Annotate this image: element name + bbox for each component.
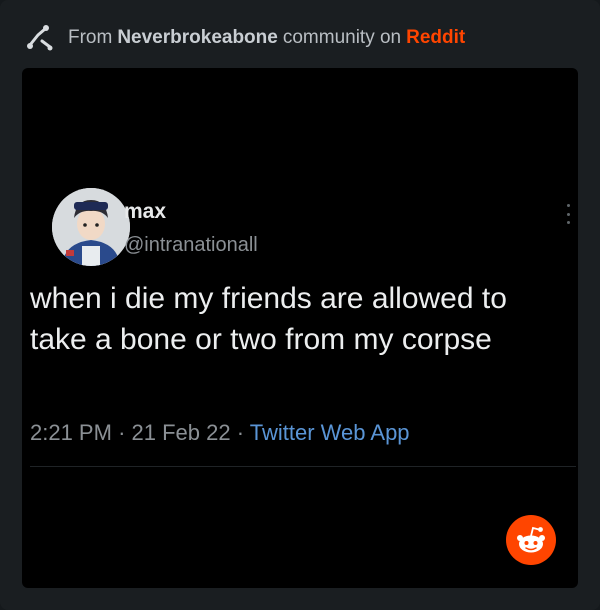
user-handle[interactable]: @intranationall xyxy=(124,234,258,257)
vertical-ellipsis-icon[interactable] xyxy=(564,204,572,224)
header-prefix: From xyxy=(68,27,113,48)
embed-card: From Neverbrokeabone community on Reddit… xyxy=(0,0,600,610)
post-image[interactable]: max @intranationall when i die my friend… xyxy=(22,68,578,588)
display-name[interactable]: max xyxy=(124,200,166,224)
tweet-source-link[interactable]: Twitter Web App xyxy=(250,420,410,445)
tweet-date: 21 Feb 22 xyxy=(131,420,231,445)
reddit-link[interactable]: Reddit xyxy=(406,27,465,49)
meta-separator: · xyxy=(118,420,126,445)
meta-separator: · xyxy=(236,420,245,445)
reddit-app-button[interactable] xyxy=(506,515,556,565)
skeleton-arm-icon xyxy=(22,21,56,55)
tweet-meta: 2:21 PM · 21 Feb 22 · Twitter Web App xyxy=(30,420,410,446)
community-link[interactable]: Neverbrokeabone xyxy=(117,27,278,49)
divider xyxy=(30,466,576,467)
reddit-snoo-icon xyxy=(517,526,545,553)
tweet-time: 2:21 PM xyxy=(30,420,112,445)
header-middle: community on xyxy=(282,27,402,48)
embed-header: From Neverbrokeabone community on Reddit xyxy=(22,20,465,56)
avatar[interactable] xyxy=(52,188,130,266)
tweet-text: when i die my friends are allowed to tak… xyxy=(30,282,507,356)
